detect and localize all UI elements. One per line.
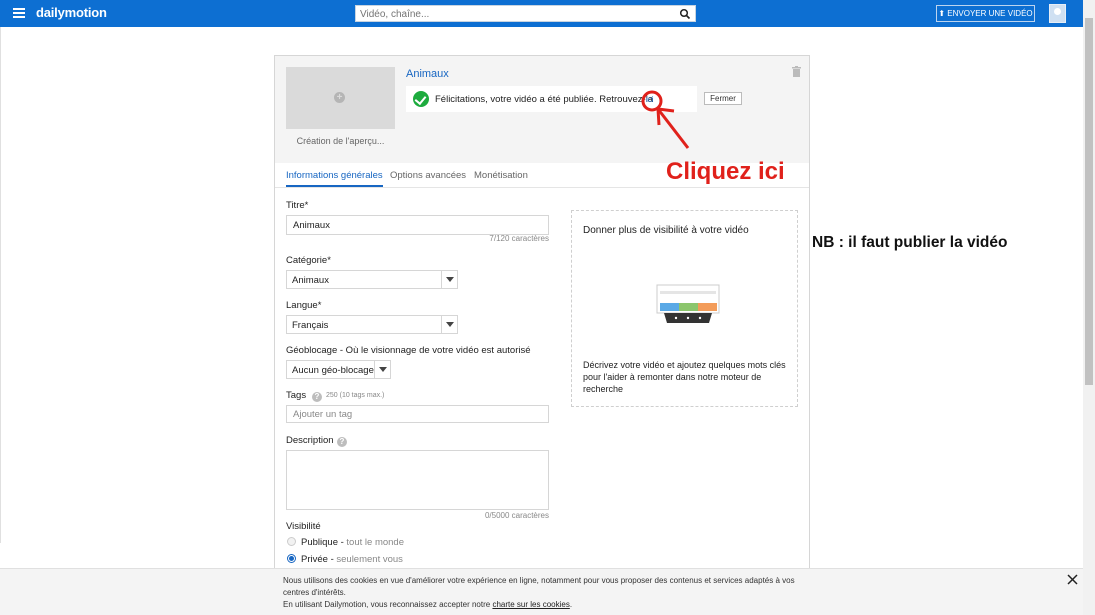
geoblock-label: Géoblocage - Où le visionnage de votre v…: [286, 345, 531, 356]
trash-icon[interactable]: [792, 66, 801, 77]
chevron-down-icon[interactable]: [374, 361, 390, 378]
success-check-icon: [413, 91, 429, 107]
cookie-policy-link[interactable]: charte sur les cookies: [492, 600, 569, 609]
cookie-banner: Nous utilisons des cookies en vue d'amél…: [0, 568, 1083, 615]
search-box[interactable]: [355, 5, 696, 22]
tab-divider: [275, 187, 809, 188]
notice-text: Félicitations, votre vidéo a été publiée…: [435, 94, 654, 105]
tab-monetization[interactable]: Monétisation: [474, 170, 528, 181]
cookie-line2-suffix: .: [569, 600, 573, 609]
left-border: [0, 27, 1, 543]
title-counter: 7/120 caractères: [489, 234, 549, 243]
tags-label: Tags: [286, 390, 307, 401]
video-header: + Création de l'aperçu... Animaux Félici…: [275, 56, 809, 163]
cookie-line2: En utilisant Dailymotion, vous reconnais…: [283, 600, 491, 609]
language-select[interactable]: Français: [286, 315, 458, 334]
tip-title: Donner plus de visibilité à votre vidéo: [583, 225, 749, 236]
annotation-nb: NB : il faut publier la vidéo: [812, 234, 1008, 251]
description-help-icon[interactable]: ?: [337, 437, 347, 447]
category-select[interactable]: Animaux: [286, 270, 458, 289]
visibility-public-sub: tout le monde: [346, 537, 404, 548]
page-scrollbar[interactable]: [1083, 0, 1095, 615]
geoblock-select[interactable]: Aucun géo-blocage: [286, 360, 391, 379]
video-edit-panel: + Création de l'aperçu... Animaux Félici…: [274, 55, 810, 575]
description-counter: 0/5000 caractères: [484, 511, 549, 520]
description-label: Description: [286, 435, 334, 446]
visibility-public-label[interactable]: Publique - tout le monde: [301, 537, 404, 548]
language-value: Français: [292, 320, 329, 331]
chevron-down-icon[interactable]: [441, 271, 457, 288]
add-thumbnail-icon[interactable]: +: [334, 92, 345, 103]
category-label: Catégorie*: [286, 255, 331, 266]
visibility-private-label[interactable]: Privée - seulement vous: [301, 554, 403, 565]
tags-hint: 250 (10 tags max.): [326, 392, 385, 399]
annotation-cliquez-ici: Cliquez ici: [666, 158, 785, 185]
cookie-line1: Nous utilisons des cookies en vue d'amél…: [283, 576, 795, 597]
video-title-link[interactable]: Animaux: [406, 68, 449, 80]
upload-video-button[interactable]: ⬆ ENVOYER UNE VIDÉO: [936, 5, 1035, 22]
tags-input[interactable]: Ajouter un tag: [286, 405, 549, 423]
description-textarea[interactable]: [286, 450, 549, 510]
visibility-label: Visibilité: [286, 521, 321, 532]
language-label: Langue*: [286, 300, 322, 311]
search-input[interactable]: [360, 7, 670, 21]
cookie-text: Nous utilisons des cookies en vue d'amél…: [283, 575, 813, 611]
tags-help-icon[interactable]: ?: [312, 392, 322, 402]
hamburger-menu-icon[interactable]: [13, 8, 25, 18]
search-icon[interactable]: [679, 8, 691, 20]
category-value: Animaux: [292, 275, 329, 286]
visibility-public-radio[interactable]: [287, 537, 296, 546]
visibility-tip-box: Donner plus de visibilité à votre vidéo …: [571, 210, 798, 407]
title-field[interactable]: Animaux: [286, 215, 549, 235]
close-notice-button[interactable]: Fermer: [704, 92, 742, 105]
tab-general-info[interactable]: Informations générales: [286, 170, 383, 187]
geoblock-value: Aucun géo-blocage: [292, 365, 374, 376]
dailymotion-logo[interactable]: dailymotion: [36, 5, 107, 20]
thumbnail-caption: Création de l'aperçu...: [296, 136, 385, 146]
video-keywords-illustration: [656, 284, 720, 323]
tab-advanced-options[interactable]: Options avancées: [390, 170, 466, 181]
user-avatar[interactable]: [1049, 4, 1066, 23]
tip-text: Décrivez votre vidéo et ajoutez quelques…: [583, 360, 786, 394]
annotation-arrow-icon: [641, 90, 690, 149]
title-label: Titre*: [286, 200, 309, 211]
scrollbar-thumb[interactable]: [1085, 18, 1093, 385]
top-bar: dailymotion ⬆ ENVOYER UNE VIDÉO: [0, 0, 1083, 27]
visibility-private-text: Privée -: [301, 554, 334, 565]
visibility-private-sub: seulement vous: [336, 554, 403, 565]
visibility-public-text: Publique -: [301, 537, 344, 548]
video-thumbnail[interactable]: +: [286, 67, 395, 129]
close-icon[interactable]: [1067, 574, 1078, 585]
visibility-private-radio[interactable]: [287, 554, 296, 563]
chevron-down-icon[interactable]: [441, 316, 457, 333]
